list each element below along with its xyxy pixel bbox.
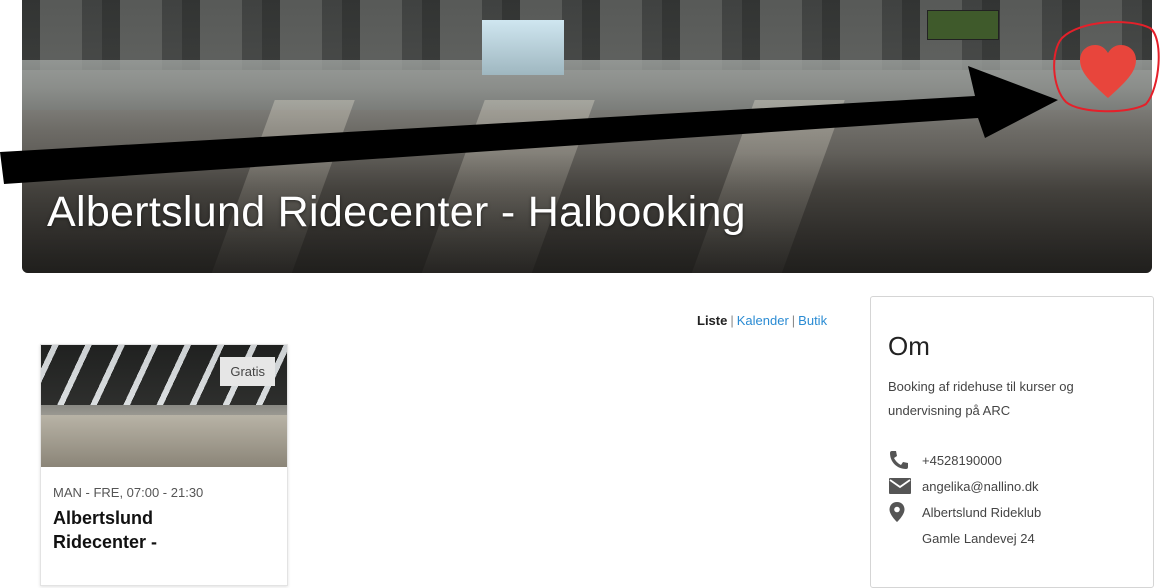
event-card[interactable]: Gratis MAN - FRE, 07:00 - 21:30 Albertsl… bbox=[40, 344, 288, 586]
event-schedule: MAN - FRE, 07:00 - 21:30 bbox=[53, 485, 204, 500]
annotation-arrow bbox=[0, 66, 1058, 184]
contact-info: +4528190000 angelika@nallino.dk Albertsl… bbox=[888, 447, 1148, 551]
separator: | bbox=[730, 313, 734, 328]
about-panel: Om Booking af ridehuse til kurser og und… bbox=[870, 296, 1154, 588]
email-address: angelika@nallino.dk bbox=[922, 478, 1039, 494]
view-switch: Liste | Kalender | Butik bbox=[697, 313, 827, 328]
page-title: Albertslund Ridecenter - Halbooking bbox=[47, 188, 746, 236]
contact-email[interactable]: angelika@nallino.dk bbox=[888, 473, 1148, 499]
event-card-body: MAN - FRE, 07:00 - 21:30 Albertslund Rid… bbox=[41, 467, 287, 572]
annotation-circle bbox=[1053, 21, 1160, 113]
event-title[interactable]: Albertslund Ridecenter - bbox=[53, 506, 233, 554]
address-name: Albertslund Rideklub bbox=[922, 504, 1042, 520]
about-heading: Om bbox=[888, 331, 930, 361]
contact-phone[interactable]: +4528190000 bbox=[888, 447, 1148, 473]
hall-sign bbox=[927, 10, 999, 40]
mail-icon bbox=[888, 476, 914, 496]
about-description: Booking af ridehuse til kurser og underv… bbox=[888, 379, 1074, 418]
price-badge: Gratis bbox=[220, 357, 275, 386]
image-floor bbox=[41, 415, 287, 467]
event-image[interactable]: Gratis bbox=[41, 345, 287, 467]
view-calendar-link[interactable]: Kalender bbox=[737, 313, 789, 328]
phone-icon bbox=[888, 450, 914, 470]
phone-number: +4528190000 bbox=[922, 452, 1002, 468]
contact-address[interactable]: Albertslund Rideklub bbox=[888, 499, 1148, 525]
separator: | bbox=[791, 313, 796, 328]
view-list-link[interactable]: Liste bbox=[697, 313, 727, 328]
address-street: Gamle Landevej 24 bbox=[922, 530, 1035, 546]
location-pin-icon bbox=[888, 502, 914, 522]
view-shop-link[interactable]: Butik bbox=[798, 313, 827, 328]
